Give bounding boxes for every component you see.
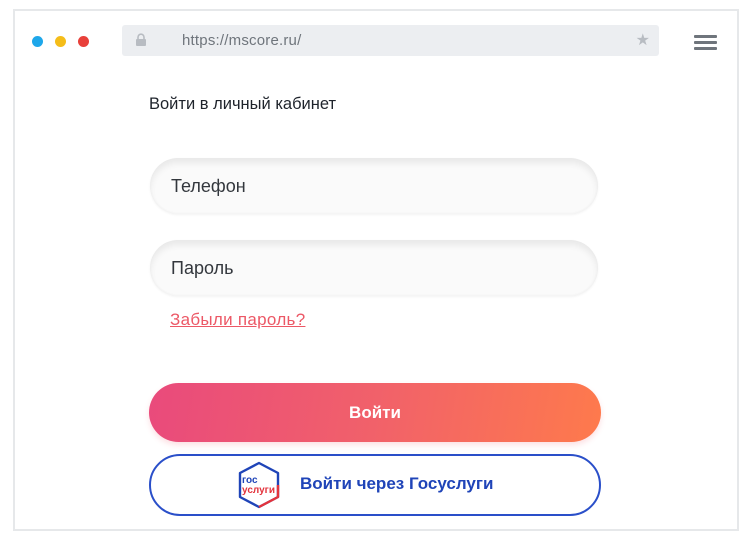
password-input[interactable]: Пароль bbox=[150, 240, 598, 296]
gosuslugi-login-label: Войти через Госуслуги bbox=[300, 474, 494, 493]
phone-input[interactable]: Телефон bbox=[150, 158, 598, 214]
login-button[interactable]: Войти bbox=[149, 383, 601, 442]
gosuslugi-login-button[interactable]: гос услуги Войти через Госуслуги bbox=[149, 454, 601, 516]
window-dot-red[interactable] bbox=[78, 36, 89, 47]
address-bar[interactable]: https://mscore.ru/ ★ bbox=[122, 25, 659, 56]
gosuslugi-logo-icon: гос услуги bbox=[236, 461, 282, 509]
page-title: Войти в личный кабинет bbox=[149, 95, 337, 113]
lock-icon bbox=[134, 33, 148, 47]
gosuslugi-logo-bottom: услуги bbox=[242, 485, 275, 496]
window-dot-yellow[interactable] bbox=[55, 36, 66, 47]
browser-window: https://mscore.ru/ ★ Войти в личный каби… bbox=[13, 9, 739, 531]
forgot-password-link[interactable]: Забыли пароль? bbox=[170, 310, 305, 330]
hamburger-menu-icon[interactable] bbox=[694, 35, 717, 50]
star-icon[interactable]: ★ bbox=[636, 30, 650, 50]
address-url[interactable]: https://mscore.ru/ bbox=[182, 32, 301, 49]
window-dot-blue[interactable] bbox=[32, 36, 43, 47]
